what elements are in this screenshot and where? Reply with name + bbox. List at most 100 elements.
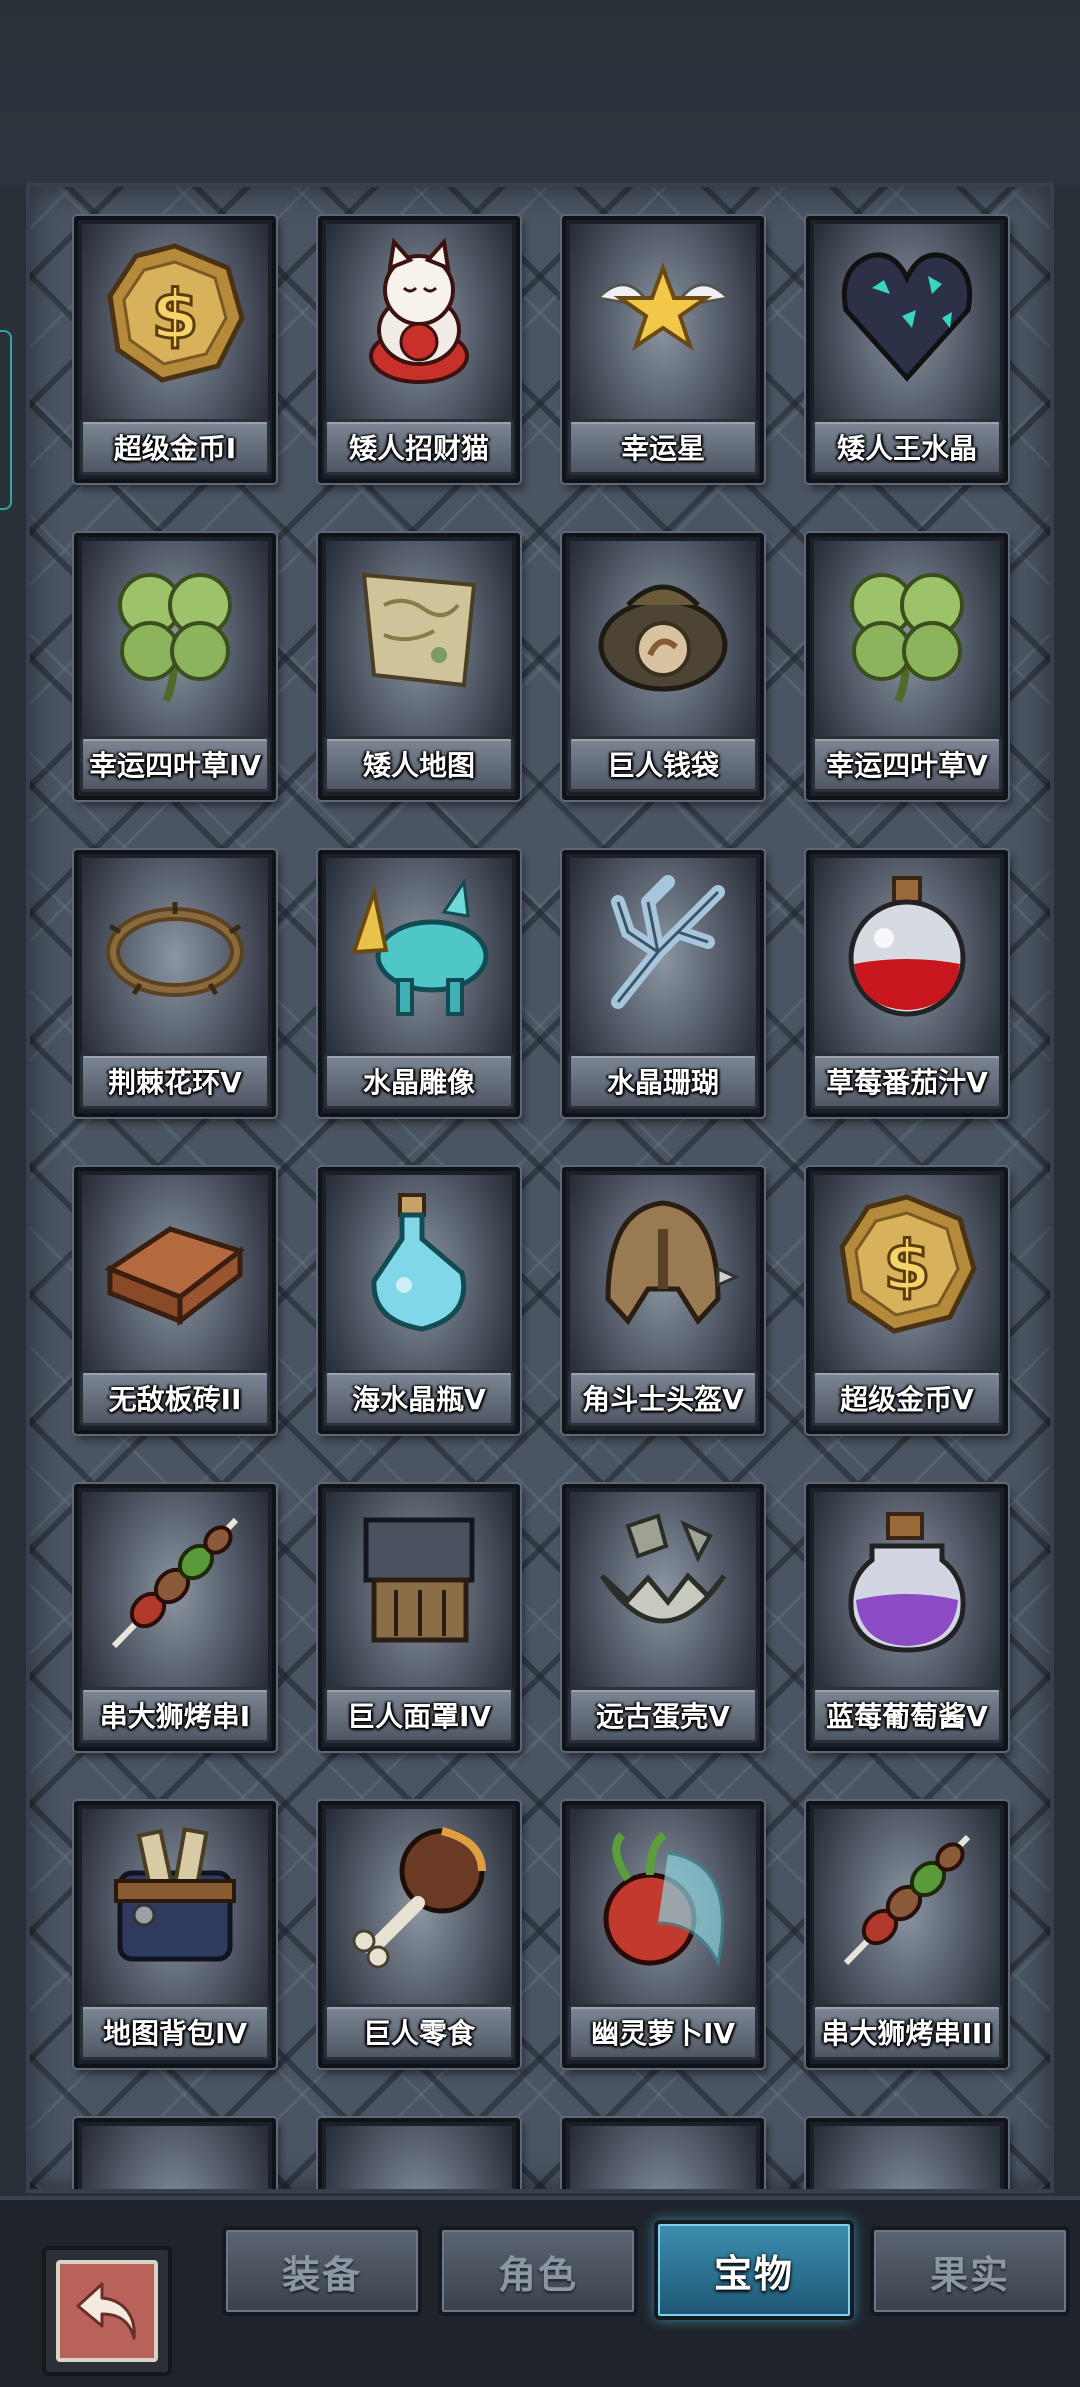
tab-characters[interactable]: 角色	[438, 2226, 638, 2316]
treasure-card[interactable]: 荆棘花环V	[74, 850, 276, 1117]
treasure-card[interactable]: 幸运四叶草V	[806, 533, 1008, 800]
tab-fruits[interactable]: 果实	[870, 2226, 1070, 2316]
card-label-plate: 巨人零食	[324, 2004, 514, 2060]
treasure-card[interactable]: 矮人地图	[318, 533, 520, 800]
treasure-card[interactable]: $ 超级金币V	[806, 1167, 1008, 1434]
tab-equipment[interactable]: 装备	[222, 2226, 422, 2316]
svg-text:$: $	[883, 1227, 930, 1306]
card-label: 巨人面罩IV	[346, 1700, 492, 1733]
treasure-card[interactable]: 蓝莓葡萄酱V	[806, 1484, 1008, 1751]
gladiator-helmet-icon	[605, 1200, 740, 1326]
treasure-card[interactable]: 幽灵萝卜IV	[562, 1801, 764, 2068]
back-button-face	[56, 2260, 158, 2362]
card-label-plate: 巨人面罩IV	[324, 1687, 514, 1743]
map-backpack-icon	[114, 1827, 236, 1962]
treasure-card[interactable]: 远古蛋壳V	[562, 1484, 764, 1751]
skewer-icon	[843, 1834, 971, 1966]
card-label: 幸运四叶草V	[826, 749, 988, 782]
card-label-plate: 巨人钱袋	[568, 736, 758, 792]
card-label: 巨人钱袋	[606, 749, 719, 782]
card-label-plate: 地图背包IV	[80, 2004, 270, 2060]
card-label-plate: 幸运四叶草IV	[80, 736, 270, 792]
card-label: 水晶珊瑚	[606, 1066, 719, 1099]
winged-star-icon	[594, 262, 732, 351]
card-label: 角斗士头盔V	[582, 1383, 744, 1416]
treasure-card[interactable]: 矮人招财猫	[318, 216, 520, 483]
donut-icon	[588, 2140, 738, 2193]
rock-icon	[344, 2140, 494, 2193]
card-label: 无敌板砖II	[108, 1383, 242, 1416]
card-label: 幸运四叶草IV	[88, 749, 262, 782]
treasure-card[interactable]: 幸运星	[562, 216, 764, 483]
card-label: 矮人地图	[362, 749, 475, 782]
card-art	[576, 1494, 750, 1668]
card-label-plate: 矮人王水晶	[812, 419, 1002, 475]
card-label: 串大狮烤串III	[821, 2017, 993, 2050]
treasure-card[interactable]: 巨人钱袋	[562, 533, 764, 800]
treasure-card[interactable]	[74, 2118, 276, 2189]
treasure-card[interactable]: 水晶珊瑚	[562, 850, 764, 1117]
tab-characters-label: 角色	[497, 2252, 578, 2297]
red-potion-icon	[848, 876, 966, 1017]
treasure-panel[interactable]: $ 超级金币I 矮人招财猫 幸运星 矮人王水晶幸运四叶草IV 矮人地图 巨人钱袋 幸运四叶草V…	[26, 183, 1054, 2193]
card-label: 幽灵萝卜IV	[590, 2017, 736, 2050]
money-bag-icon	[598, 584, 728, 692]
card-art	[88, 1494, 262, 1668]
thorn-wreath-icon	[106, 902, 244, 997]
card-art	[576, 1811, 750, 1985]
treasure-card[interactable]: 水晶雕像	[318, 850, 520, 1117]
card-label-plate: 超级金币V	[812, 1370, 1002, 1426]
treasure-card[interactable]: 串大狮烤串III	[806, 1801, 1008, 2068]
tab-equipment-label: 装备	[281, 2252, 362, 2297]
treasure-grid: $ 超级金币I 矮人招财猫 幸运星 矮人王水晶幸运四叶草IV 矮人地图 巨人钱袋 幸运四叶草V…	[74, 216, 1008, 2193]
card-art: $	[820, 1177, 994, 1351]
treasure-card[interactable]: $ 超级金币I	[74, 216, 276, 483]
treasure-card[interactable]: 无敌板砖II	[74, 1167, 276, 1434]
side-tab-edge[interactable]	[0, 330, 12, 510]
card-label: 幸运星	[620, 432, 705, 465]
card-art	[820, 543, 994, 717]
treasure-card[interactable]	[318, 2118, 520, 2193]
tab-treasures[interactable]: 宝物	[654, 2220, 854, 2320]
treasure-card[interactable]: 草莓番茄汁V	[806, 850, 1008, 1117]
card-art	[332, 1811, 506, 1985]
treasure-card[interactable]: 巨人零食	[318, 1801, 520, 2068]
back-button[interactable]	[42, 2246, 172, 2376]
purple-jar-icon	[848, 1512, 966, 1653]
card-label-plate: 幸运星	[568, 419, 758, 475]
treasure-card[interactable]: 矮人王水晶	[806, 216, 1008, 483]
bone-snack-icon	[352, 1827, 486, 1969]
card-art	[576, 543, 750, 717]
treasure-card[interactable]: 巨人面罩IV	[318, 1484, 520, 1751]
card-label: 矮人招财猫	[348, 432, 489, 465]
bottom-bar: 装备 角色 宝物 果实	[0, 2196, 1080, 2387]
card-art	[820, 1494, 994, 1668]
card-art	[820, 2128, 994, 2189]
card-art	[88, 543, 262, 717]
card-art	[332, 1177, 506, 1351]
treasure-card[interactable]: 地图背包IV	[74, 1801, 276, 2068]
card-label: 超级金币V	[840, 1383, 974, 1416]
card-label-plate: 串大狮烤串I	[80, 1687, 270, 1743]
card-label: 蓝莓葡萄酱V	[826, 1700, 988, 1733]
treasure-card[interactable]: 角斗士头盔V	[562, 1167, 764, 1434]
card-label-plate: 角斗士头盔V	[568, 1370, 758, 1426]
lucky-cat-icon	[369, 237, 469, 384]
card-label-plate: 草莓番茄汁V	[812, 1053, 1002, 1109]
card-label: 远古蛋壳V	[596, 1700, 730, 1733]
card-art	[332, 543, 506, 717]
skewer-icon	[111, 1517, 239, 1649]
brick-icon	[104, 1226, 246, 1327]
treasure-card[interactable]	[806, 2118, 1008, 2189]
treasure-card[interactable]	[562, 2118, 764, 2193]
card-label: 水晶雕像	[362, 1066, 475, 1099]
treasure-card[interactable]: 串大狮烤串I	[74, 1484, 276, 1751]
card-label: 矮人王水晶	[836, 432, 977, 465]
card-label-plate: 水晶珊瑚	[568, 1053, 758, 1109]
card-label-plate: 矮人地图	[324, 736, 514, 792]
treasure-card[interactable]: 幸运四叶草IV	[74, 533, 276, 800]
card-art: $	[88, 226, 262, 400]
treasure-card[interactable]: 海水晶瓶V	[318, 1167, 520, 1434]
card-art	[332, 860, 506, 1034]
card-label: 海水晶瓶V	[352, 1383, 486, 1416]
